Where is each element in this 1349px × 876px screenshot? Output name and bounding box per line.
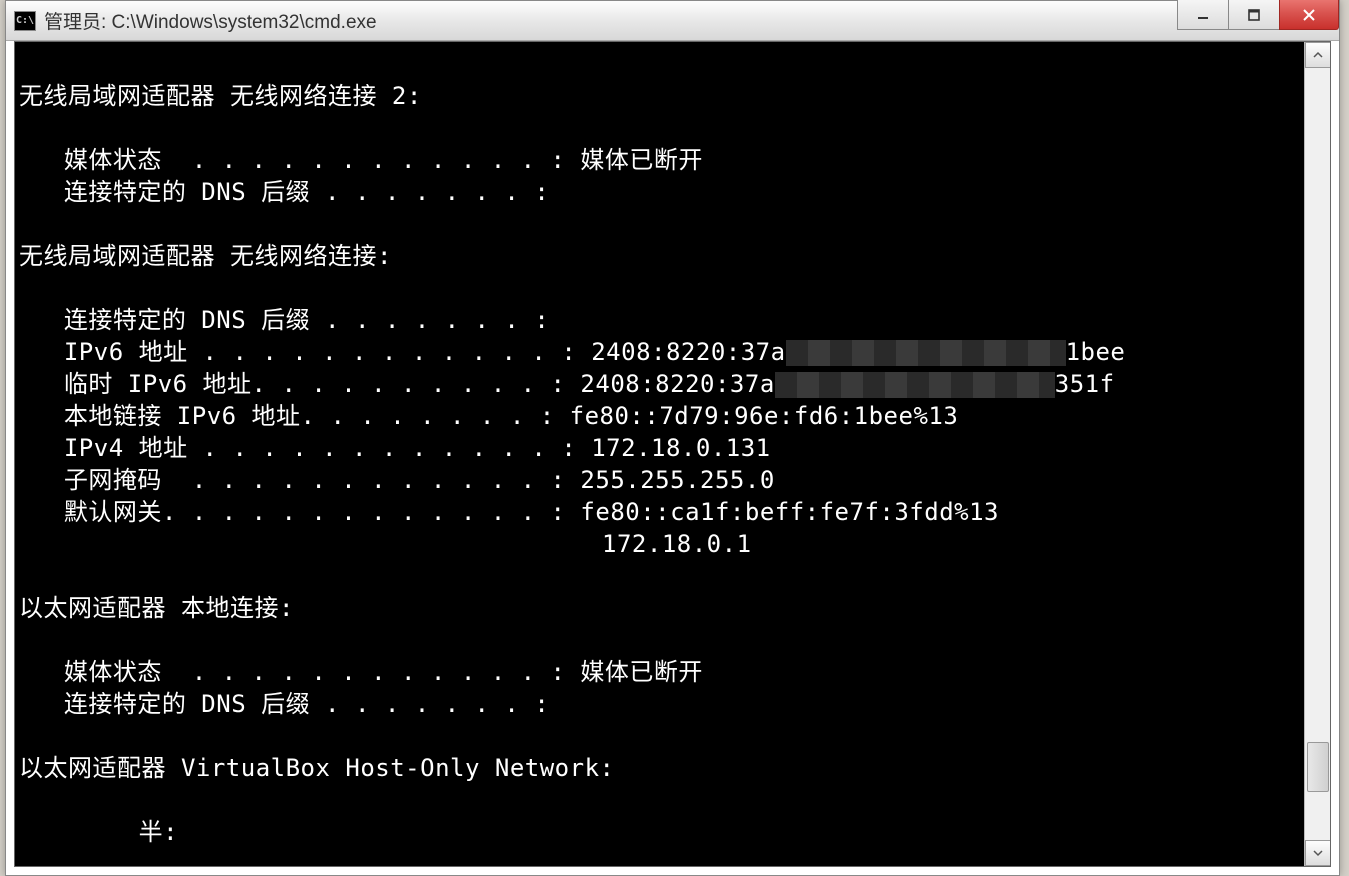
maximize-button[interactable] [1228,0,1280,30]
console-line: 临时 IPv6 地址. . . . . . . . . . : 2408:822… [19,368,1300,400]
console-line: 连接特定的 DNS 后缀 . . . . . . . : [19,176,1300,208]
window-title: 管理员: C:\Windows\system32\cmd.exe [44,7,1178,34]
minimize-button[interactable] [1177,0,1229,30]
console-line: 以太网适配器 VirtualBox Host-Only Network: [19,752,1300,784]
console-line [19,720,1300,752]
console-line: 媒体状态 . . . . . . . . . . . . : 媒体已断开 [19,656,1300,688]
client-area: 无线局域网适配器 无线网络连接 2: 媒体状态 . . . . . . . . … [14,41,1331,867]
close-icon [1302,8,1316,22]
minimize-icon [1196,8,1210,22]
app-icon[interactable]: C:\ [14,11,36,31]
scroll-thumb[interactable] [1307,742,1329,792]
console-line: 无线局域网适配器 无线网络连接 2: [19,80,1300,112]
console-line [19,560,1300,592]
console-line: 以太网适配器 本地连接: [19,592,1300,624]
console-line [19,208,1300,240]
console-line [19,624,1300,656]
console-line [19,112,1300,144]
window-controls [1178,1,1339,40]
console-line: 无线局域网适配器 无线网络连接: [19,240,1300,272]
close-button[interactable] [1279,0,1339,30]
console-line: 媒体状态 . . . . . . . . . . . . : 媒体已断开 [19,144,1300,176]
console-line [19,48,1300,80]
chevron-down-icon [1313,848,1323,858]
vertical-scrollbar[interactable] [1304,42,1330,866]
console-line [19,272,1300,304]
chevron-up-icon [1313,50,1323,60]
console-output[interactable]: 无线局域网适配器 无线网络连接 2: 媒体状态 . . . . . . . . … [15,42,1304,866]
console-line: 半: [19,816,1300,848]
console-line: 连接特定的 DNS 后缀 . . . . . . . : [19,304,1300,336]
console-line: IPv6 地址 . . . . . . . . . . . . : 2408:8… [19,336,1300,368]
scroll-up-button[interactable] [1305,42,1331,68]
console-line [19,784,1300,816]
titlebar[interactable]: C:\ 管理员: C:\Windows\system32\cmd.exe [6,1,1339,41]
redacted-region [775,372,1055,398]
console-line: 本地链接 IPv6 地址. . . . . . . . : fe80::7d79… [19,400,1300,432]
maximize-icon [1247,8,1261,22]
scroll-down-button[interactable] [1305,840,1331,866]
console-line: 连接特定的 DNS 后缀 . . . . . . . : [19,688,1300,720]
console-line: IPv4 地址 . . . . . . . . . . . . : 172.18… [19,432,1300,464]
cmd-window: C:\ 管理员: C:\Windows\system32\cmd.exe 无线局… [5,0,1340,876]
console-line: 172.18.0.1 [19,528,1300,560]
redacted-region [786,340,1066,366]
console-line: 子网掩码 . . . . . . . . . . . . : 255.255.2… [19,464,1300,496]
console-line: 默认网关. . . . . . . . . . . . . : fe80::ca… [19,496,1300,528]
